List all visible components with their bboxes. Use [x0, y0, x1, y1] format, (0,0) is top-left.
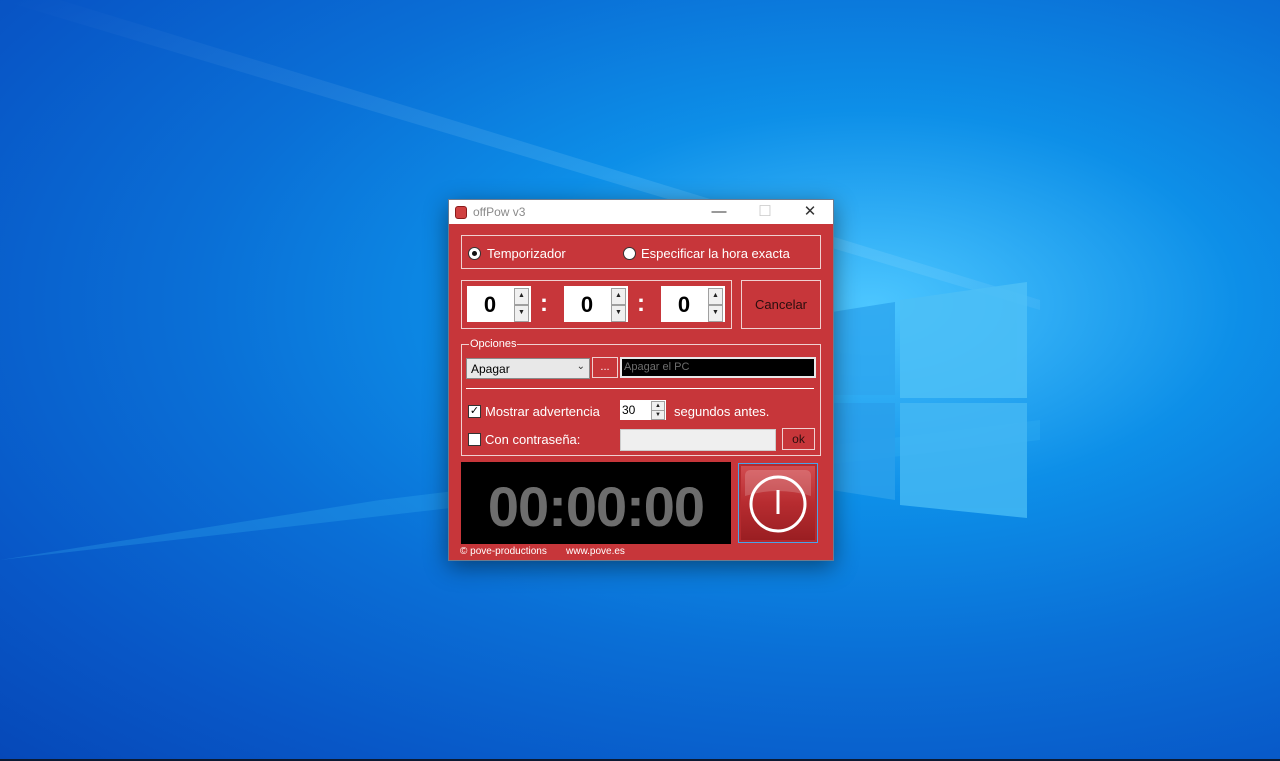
action-select[interactable]: Apagar ⌄ [466, 358, 590, 379]
warning-seconds-value[interactable]: 30 [622, 403, 635, 417]
time-separator: : [637, 290, 645, 317]
warning-checkbox[interactable]: ✓ [468, 405, 481, 418]
countdown-display: 00:00:00 [461, 462, 731, 544]
minutes-stepper[interactable]: 0 ▲ ▼ [564, 286, 628, 322]
time-panel: 0 ▲ ▼ : 0 ▲ ▼ : 0 ▲ ▼ [461, 280, 732, 329]
warning-suffix: segundos antes. [674, 404, 770, 419]
chevron-down-icon: ⌄ [576, 361, 585, 372]
title-bar[interactable]: offPow v3 — ☐ ✕ [449, 200, 833, 224]
warning-label[interactable]: Mostrar advertencia [485, 404, 600, 419]
action-select-value: Apagar [471, 362, 510, 376]
seconds-value[interactable]: 0 [661, 292, 707, 318]
password-label[interactable]: Con contraseña: [485, 432, 580, 447]
app-icon [455, 206, 467, 219]
power-icon [745, 470, 811, 533]
hours-up-arrow-icon[interactable]: ▲ [514, 288, 529, 305]
ok-button[interactable]: ok [782, 428, 815, 450]
command-field-placeholder: Apagar el PC [624, 361, 690, 373]
exact-time-radio-label[interactable]: Especificar la hora exacta [641, 246, 790, 261]
power-button-face [741, 466, 815, 540]
website-link[interactable]: www.pove.es [566, 546, 625, 557]
seconds-stepper[interactable]: 0 ▲ ▼ [661, 286, 725, 322]
options-divider [466, 388, 814, 389]
seconds-up-arrow-icon[interactable]: ▲ [708, 288, 723, 305]
exact-time-radio[interactable] [623, 247, 636, 260]
minimize-button[interactable]: — [696, 200, 742, 224]
seconds-down-arrow-icon[interactable]: ▼ [708, 305, 723, 322]
close-button[interactable]: ✕ [787, 200, 833, 224]
copyright-text: © pove-productions [460, 546, 547, 557]
minutes-down-arrow-icon[interactable]: ▼ [611, 305, 626, 322]
timer-radio-label[interactable]: Temporizador [487, 246, 566, 261]
window-title: offPow v3 [473, 205, 526, 219]
options-legend: Opciones [469, 338, 518, 350]
hours-stepper[interactable]: 0 ▲ ▼ [467, 286, 531, 322]
minutes-value[interactable]: 0 [564, 292, 610, 318]
time-separator: : [540, 290, 548, 317]
password-checkbox[interactable] [468, 433, 481, 446]
maximize-button[interactable]: ☐ [742, 200, 788, 224]
hours-value[interactable]: 0 [467, 292, 513, 318]
minutes-up-arrow-icon[interactable]: ▲ [611, 288, 626, 305]
mode-panel: Temporizador Especificar la hora exacta [461, 235, 821, 269]
hours-down-arrow-icon[interactable]: ▼ [514, 305, 529, 322]
command-field[interactable]: Apagar el PC [620, 357, 816, 378]
warning-down-arrow-icon[interactable]: ▼ [651, 410, 665, 420]
cancel-button[interactable]: Cancelar [741, 280, 821, 329]
timer-radio[interactable] [468, 247, 481, 260]
browse-button[interactable]: ... [592, 357, 618, 378]
offpow-window: offPow v3 — ☐ ✕ Temporizador Especificar… [448, 199, 834, 561]
password-field[interactable] [620, 429, 776, 451]
power-button[interactable] [738, 463, 818, 543]
warning-seconds-stepper[interactable]: 30 ▲ ▼ [620, 400, 666, 420]
countdown-text: 00:00:00 [487, 475, 705, 538]
